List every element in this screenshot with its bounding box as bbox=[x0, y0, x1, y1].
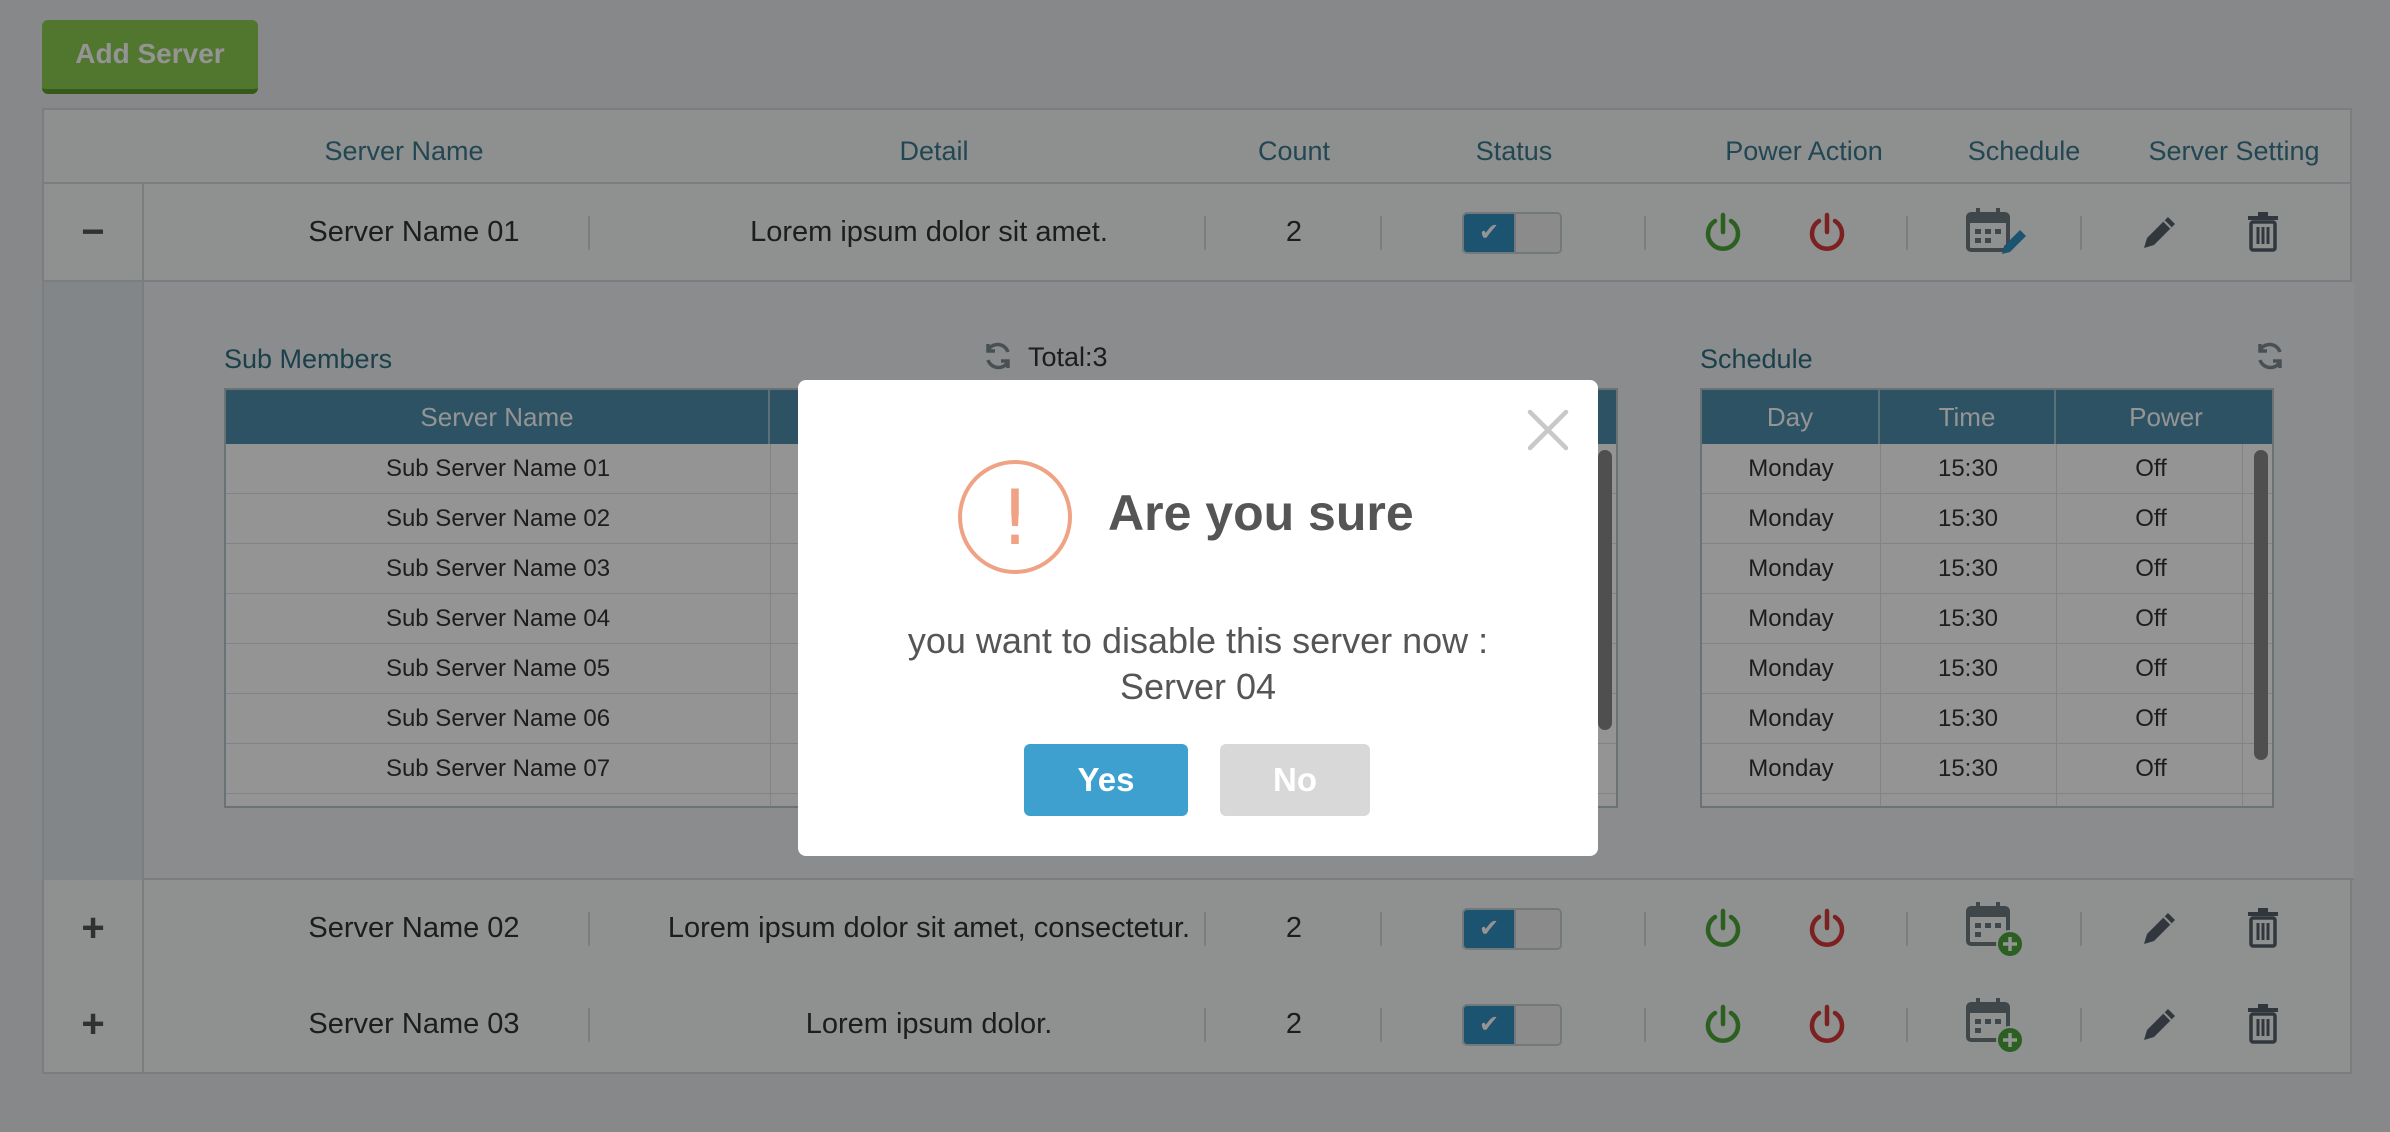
confirm-dialog: ! Are you sure you want to disable this … bbox=[798, 380, 1598, 856]
yes-button[interactable]: Yes bbox=[1024, 744, 1188, 816]
dialog-message: you want to disable this server now : Se… bbox=[798, 618, 1598, 710]
dialog-title: Are you sure bbox=[1108, 485, 1414, 541]
dialog-message-line1: you want to disable this server now : bbox=[907, 620, 1489, 661]
exclamation-icon: ! bbox=[958, 460, 1072, 574]
server-management-page: Add Server Server Name Detail Count Stat… bbox=[0, 0, 2390, 1132]
close-icon[interactable] bbox=[1522, 404, 1574, 456]
no-button[interactable]: No bbox=[1220, 744, 1370, 816]
dialog-message-line2: Server 04 bbox=[1119, 666, 1277, 707]
